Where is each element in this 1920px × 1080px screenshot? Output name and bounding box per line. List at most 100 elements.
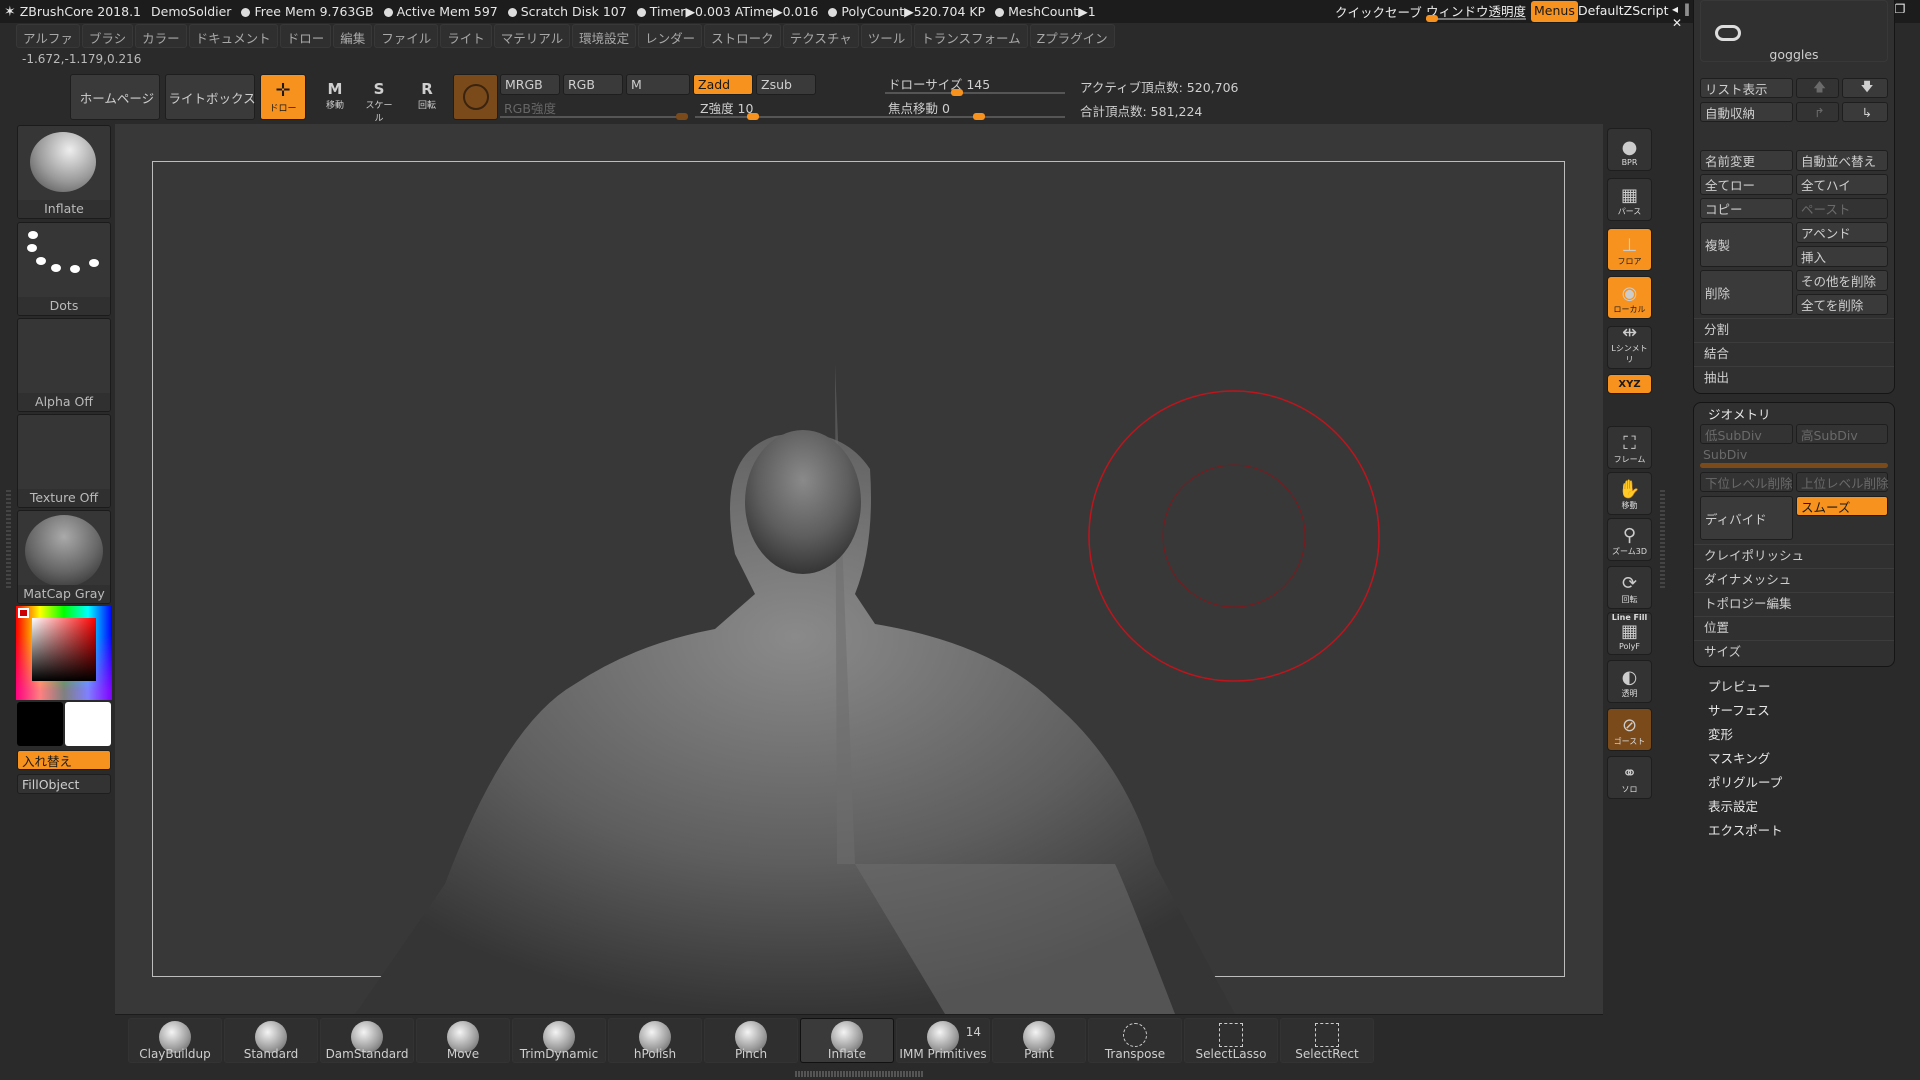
brush-inflate[interactable]: Inflate [800, 1018, 894, 1063]
tool-section-3[interactable]: マスキング [1708, 748, 1770, 767]
saturation-value-square[interactable] [32, 618, 96, 681]
paste-button[interactable]: ペースト [1796, 198, 1888, 219]
arrow-turn-down-icon[interactable]: ↳ [1842, 102, 1888, 122]
menu-8[interactable]: マテリアル [493, 24, 571, 48]
fill-object-button[interactable]: FillObject [17, 774, 111, 794]
lower-subdiv-button[interactable]: 低SubDiv [1700, 424, 1793, 444]
menu-9[interactable]: 環境設定 [572, 24, 637, 48]
main-color-swatch[interactable] [17, 702, 63, 746]
menu-13[interactable]: ツール [860, 24, 913, 48]
brush-transpose[interactable]: Transpose [1088, 1018, 1182, 1063]
geometry-item-3[interactable]: 位置 [1694, 616, 1894, 639]
view-button-zoom3d[interactable]: ⚲ ズーム3D [1607, 518, 1652, 561]
m-button[interactable]: M [626, 74, 690, 95]
view-button-xyz-rotate[interactable]: XYZ [1607, 374, 1652, 394]
menu-10[interactable]: レンダー [638, 24, 703, 48]
view-button-perspective[interactable]: ▦ パース [1607, 178, 1652, 221]
subtool-item-goggles[interactable]: goggles [1700, 0, 1888, 62]
rgb-button[interactable]: RGB [563, 74, 623, 95]
focal-shift-slider[interactable] [885, 113, 1065, 120]
brush-pinch[interactable]: Pinch [704, 1018, 798, 1063]
smooth-toggle[interactable]: スムーズ [1796, 496, 1888, 516]
menu-7[interactable]: ライト [440, 24, 492, 48]
z-intensity-slider[interactable] [695, 113, 885, 120]
stroke-selector[interactable]: Dots [17, 222, 111, 316]
append-button[interactable]: アペンド [1796, 222, 1888, 243]
alpha-selector[interactable]: Alpha Off [17, 318, 111, 412]
all-low-button[interactable]: 全てロー [1700, 174, 1793, 195]
brush-standard[interactable]: Standard [224, 1018, 318, 1063]
view-button-frame[interactable]: ⛶ フレーム [1607, 426, 1652, 469]
higher-subdiv-button[interactable]: 高SubDiv [1796, 424, 1888, 444]
list-all-button[interactable]: リスト表示 [1700, 78, 1793, 98]
delete-button[interactable]: 削除 [1700, 270, 1793, 315]
brush-selector[interactable]: Inflate [17, 125, 111, 219]
rename-button[interactable]: 名前変更 [1700, 150, 1793, 171]
brush-hpolish[interactable]: hPolish [608, 1018, 702, 1063]
canvas-viewport[interactable] [115, 124, 1603, 1014]
move-down-arrow-icon[interactable]: 🡇 [1842, 78, 1888, 98]
menu-0[interactable]: アルファ [16, 24, 80, 48]
menu-5[interactable]: 編集 [333, 24, 373, 48]
lightbox-button[interactable]: ライトボックス [165, 74, 256, 120]
all-high-button[interactable]: 全てハイ [1796, 174, 1888, 195]
tool-section-1[interactable]: サーフェス [1708, 700, 1770, 719]
menu-3[interactable]: ドキュメント [188, 24, 278, 48]
left-tray-handle[interactable] [6, 490, 11, 590]
draw-mode-button[interactable]: ✛ ドロー [260, 74, 306, 120]
quicksave-button[interactable]: クイックセーブ [1335, 2, 1422, 21]
mrgb-button[interactable]: MRGB [500, 74, 560, 95]
tool-section-4[interactable]: ポリグループ [1708, 772, 1782, 791]
texture-selector[interactable]: Texture Off [17, 414, 111, 508]
swap-colors-button[interactable]: 入れ替え [17, 750, 111, 770]
sculpt-model[interactable] [115, 124, 1603, 1014]
zadd-button[interactable]: Zadd [693, 74, 753, 95]
move-mode-button[interactable]: M 移動 [318, 80, 352, 111]
brush-damstandard[interactable]: DamStandard [320, 1018, 414, 1063]
subdiv-slider[interactable] [1700, 463, 1888, 468]
divide-button[interactable]: ディバイド [1700, 496, 1793, 540]
bottom-tray-handle[interactable] [795, 1071, 923, 1077]
tool-section-6[interactable]: エクスポート [1708, 820, 1783, 839]
menu-14[interactable]: トランスフォーム [914, 24, 1028, 48]
view-button-solo[interactable]: ⚭ ソロ [1607, 756, 1652, 799]
geometry-item-0[interactable]: クレイポリッシュ [1694, 544, 1894, 567]
default-zscript-button[interactable]: DefaultZScript [1578, 3, 1669, 18]
brush-selectlasso[interactable]: SelectLasso [1184, 1018, 1278, 1063]
delete-higher-button[interactable]: 上位レベル削除 [1796, 472, 1889, 492]
menu-6[interactable]: ファイル [374, 24, 439, 48]
view-button-move-hand[interactable]: ✋ 移動 [1607, 472, 1652, 515]
menu-2[interactable]: カラー [135, 24, 187, 48]
geometry-header[interactable]: ジオメトリ [1708, 404, 1771, 423]
delete-other-button[interactable]: その他を削除 [1796, 270, 1888, 291]
move-up-arrow-icon[interactable]: 🡅 [1796, 78, 1839, 98]
right-tray-handle[interactable] [1660, 490, 1665, 590]
zsub-button[interactable]: Zsub [756, 74, 816, 95]
view-button-rotate[interactable]: ⟳ 回転 [1607, 566, 1652, 609]
scale-mode-button[interactable]: S スケール [362, 80, 396, 124]
view-button-bpr[interactable]: ● BPR [1607, 128, 1652, 171]
rgb-intensity-slider[interactable] [500, 113, 688, 120]
view-button-transparent[interactable]: ◐ 透明 [1607, 660, 1652, 703]
rotate-mode-button[interactable]: R 回転 [410, 80, 444, 111]
menus-toggle[interactable]: Menus [1531, 1, 1578, 22]
brush-imm-primitives[interactable]: 14 IMM Primitives [896, 1018, 990, 1063]
brush-paint[interactable]: Paint [992, 1018, 1086, 1063]
homepage-button[interactable]: ホームページ [70, 74, 160, 120]
delete-lower-button[interactable]: 下位レベル削除 [1700, 472, 1793, 492]
menu-4[interactable]: ドロー [279, 24, 332, 48]
color-picker[interactable] [16, 606, 112, 700]
brush-claybuildup[interactable]: ClayBuildup [128, 1018, 222, 1063]
view-button-local[interactable]: ◉ ローカル [1607, 276, 1652, 319]
menu-15[interactable]: Zプラグイン [1029, 24, 1115, 48]
transparency-track[interactable] [1426, 15, 1526, 22]
tool-section-0[interactable]: プレビュー [1708, 676, 1771, 695]
menu-1[interactable]: ブラシ [81, 24, 134, 48]
secondary-color-swatch[interactable] [65, 702, 111, 746]
view-button-floor[interactable]: ⊥ フロア [1607, 228, 1652, 271]
duplicate-button[interactable]: 複製 [1700, 222, 1793, 267]
polypaint-toggle[interactable] [453, 74, 498, 120]
view-button-polyframe[interactable]: Line Fill ▦ PolyF [1607, 612, 1652, 655]
extract-section[interactable]: 抽出 [1694, 366, 1894, 389]
brush-move[interactable]: Move [416, 1018, 510, 1063]
